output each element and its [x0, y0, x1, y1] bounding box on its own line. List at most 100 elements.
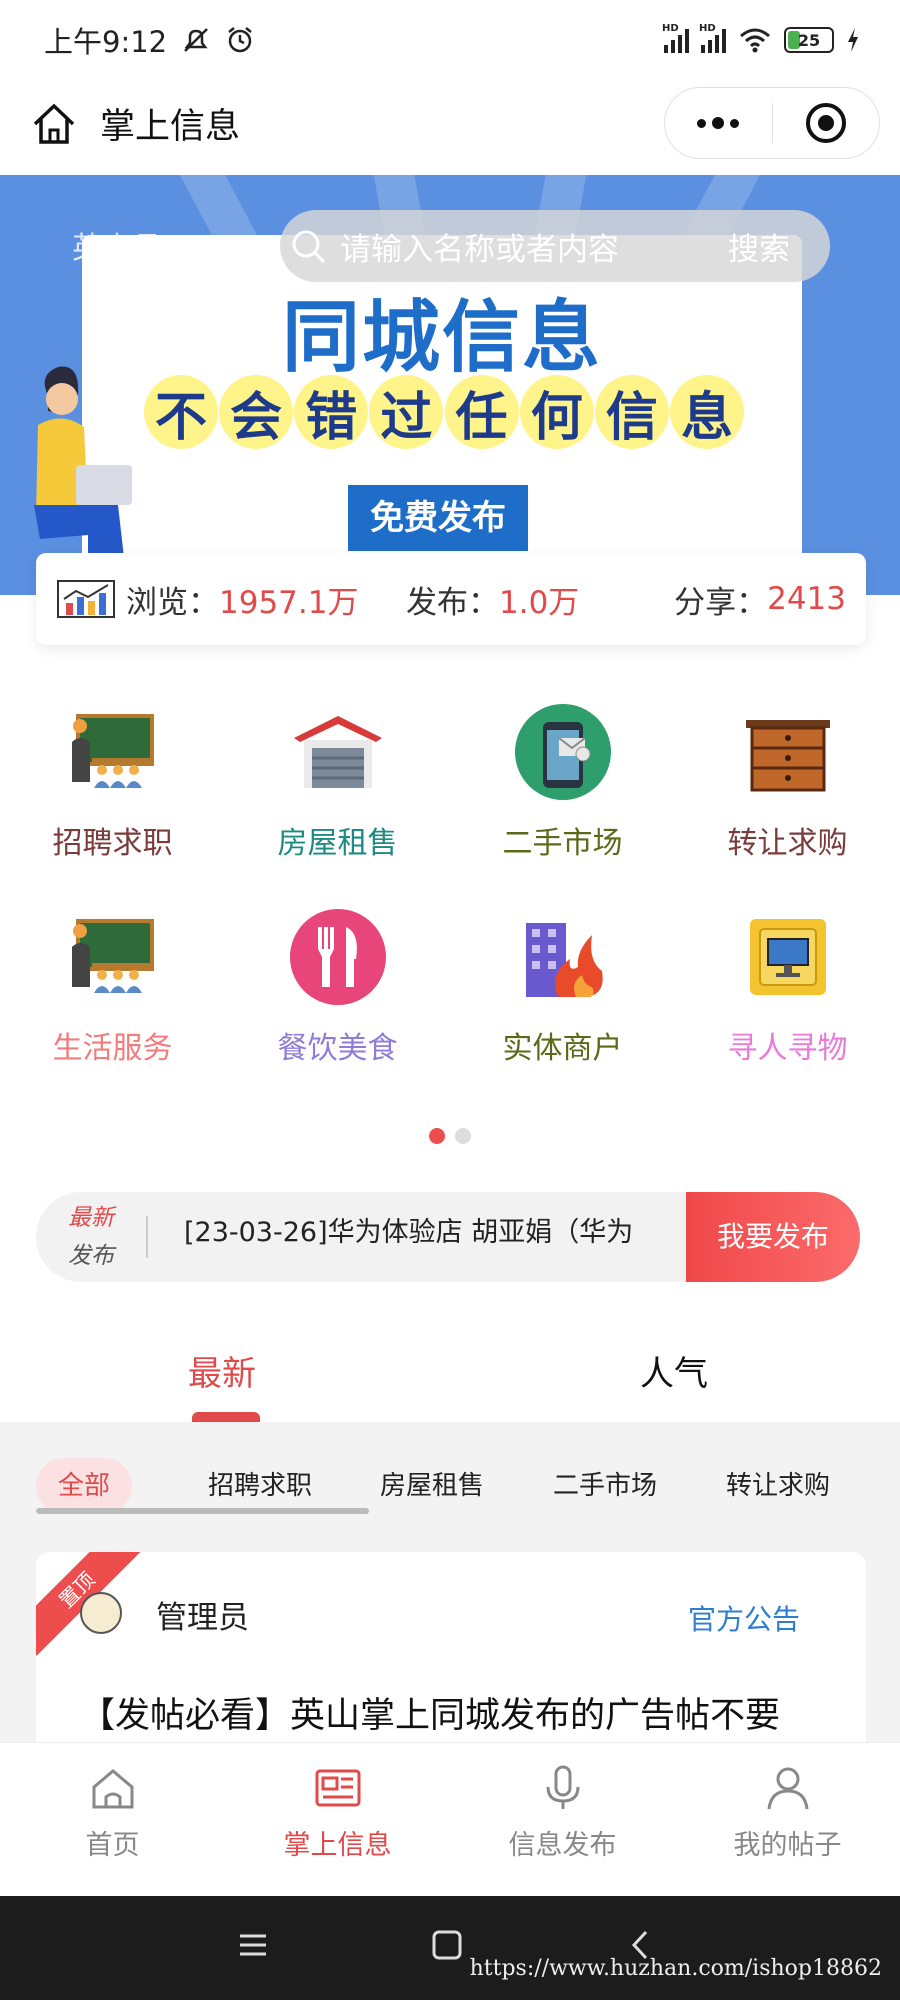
category-item-jobs[interactable]: 招聘求职 — [0, 700, 225, 900]
category-item-services[interactable]: 生活服务 — [0, 905, 225, 1105]
menu-icon[interactable] — [236, 1928, 270, 1962]
post-category[interactable]: 官方公告 — [688, 1598, 800, 1638]
banner-slogan: 不 会 错 过 任 何 信 息 — [144, 375, 744, 461]
feed-tabs: 最新 人气 — [0, 1310, 900, 1424]
filter-scroll-indicator — [36, 1508, 369, 1514]
dot-icon — [697, 118, 707, 128]
tabbar-label: 首页 — [85, 1830, 140, 1861]
category-item-secondhand[interactable]: 二手市场 — [450, 700, 675, 900]
posts-label: 发布： — [406, 584, 499, 621]
target-icon — [805, 103, 846, 143]
home-icon — [92, 1769, 133, 1809]
category-label: 房屋租售 — [277, 826, 398, 861]
search-button[interactable]: 搜索 — [728, 224, 790, 269]
banner-cta: 免费发布 — [348, 485, 528, 551]
home-square-icon[interactable] — [430, 1928, 464, 1962]
dot-icon — [712, 117, 725, 129]
slogan-char: 任 — [444, 375, 519, 449]
filter-secondhand[interactable]: 二手市场 — [553, 1458, 657, 1514]
home-icon[interactable] — [30, 100, 78, 148]
page-indicator — [0, 1128, 900, 1144]
signal-icon: HD — [699, 23, 726, 53]
news-icon — [315, 1769, 360, 1807]
category-label: 实体商户 — [502, 1031, 623, 1066]
monitor-icon — [749, 919, 826, 995]
search-input[interactable]: 请输入名称或者内容 — [340, 224, 728, 269]
app-header: 掌上信息 — [0, 80, 900, 175]
banner-title: 同城信息 — [281, 293, 602, 383]
tabbar-item-my-posts[interactable]: 我的帖子 — [675, 1761, 900, 1862]
post-now-button[interactable]: 我要发布 — [686, 1192, 860, 1282]
status-time: 上午9:12 — [44, 25, 168, 59]
mini-program-capsule — [664, 87, 880, 159]
posts-value: 1.0万 — [499, 584, 580, 621]
slogan-char: 过 — [369, 375, 444, 449]
system-nav-bar: https://www.huzhan.com/ishop18862 — [0, 1896, 900, 2000]
category-item-lost-found[interactable]: 寻人寻物 — [675, 905, 900, 1105]
category-item-food[interactable]: 餐饮美食 — [225, 905, 450, 1105]
category-item-transfer[interactable]: 转让求购 — [675, 700, 900, 900]
shares-value: 2413 — [767, 581, 846, 617]
category-label: 生活服务 — [52, 1031, 173, 1066]
tabbar-item-home[interactable]: 首页 — [0, 1761, 225, 1862]
banner-carousel[interactable]: 英山县◎ 同城信息 不 会 错 过 任 何 信 息 免费发布 请输入名称或者内容… — [0, 175, 900, 595]
filter-transfer[interactable]: 转让求购 — [726, 1458, 830, 1514]
drawer-icon — [745, 720, 830, 792]
avatar — [80, 1592, 122, 1634]
mute-icon — [184, 28, 209, 52]
notice-tag: 最新 发布 — [36, 1199, 146, 1275]
user-icon — [767, 1767, 808, 1810]
charging-icon — [848, 28, 858, 52]
category-label: 餐饮美食 — [277, 1031, 398, 1066]
tab-latest[interactable]: 最新 — [188, 1346, 256, 1395]
classroom-icon — [71, 919, 154, 993]
search-bar[interactable]: 请输入名称或者内容 搜索 — [280, 210, 830, 282]
watermark: https://www.huzhan.com/ishop18862 — [469, 1956, 882, 1981]
stats-card: 浏览： 1957.1万 发布： 1.0万 分享： 2413 — [36, 553, 866, 645]
slogan-char: 会 — [219, 375, 294, 449]
shares-label: 分享： — [674, 584, 768, 621]
tabbar-item-info[interactable]: 掌上信息 — [225, 1761, 450, 1862]
category-item-merchants[interactable]: 实体商户 — [450, 905, 675, 1105]
filter-all[interactable]: 全部 — [36, 1458, 133, 1514]
notice-text[interactable]: [23-03-26]华为体验店 胡亚娟（华为 — [148, 1210, 686, 1249]
notice-tag-bottom: 发布 — [68, 1243, 114, 1269]
latest-notice-bar: 最新 发布 [23-03-26]华为体验店 胡亚娟（华为 我要发布 — [36, 1192, 860, 1282]
slogan-char: 信 — [594, 375, 669, 449]
tabbar-item-post[interactable]: 信息发布 — [450, 1761, 675, 1862]
search-icon — [292, 230, 326, 264]
filter-housing[interactable]: 房屋租售 — [380, 1458, 484, 1514]
banner-card: 同城信息 不 会 错 过 任 何 信 息 免费发布 — [82, 235, 802, 565]
microphone-icon — [546, 1765, 579, 1809]
slogan-char: 何 — [519, 375, 594, 449]
category-item-housing[interactable]: 房屋租售 — [225, 700, 450, 900]
dot-icon — [730, 118, 740, 128]
notice-tag-top: 最新 — [68, 1205, 114, 1231]
battery-icon: 25 — [784, 27, 834, 53]
page-title: 掌上信息 — [100, 107, 241, 147]
post-author: 管理员 — [156, 1600, 249, 1636]
classroom-icon — [71, 714, 154, 788]
page-dot-active — [429, 1128, 445, 1144]
slogan-char: 息 — [669, 375, 744, 449]
post-title: 【发帖必看】英山掌上同城发布的广告帖不要 — [80, 1696, 781, 1736]
building-fire-icon — [525, 923, 603, 997]
more-button[interactable] — [665, 88, 772, 158]
category-label: 转让求购 — [727, 826, 848, 861]
bar-chart-icon — [57, 580, 115, 618]
garage-icon — [293, 716, 382, 788]
category-label: 招聘求职 — [52, 826, 173, 861]
close-program-button[interactable] — [772, 88, 879, 158]
filter-jobs[interactable]: 招聘求职 — [208, 1458, 312, 1514]
status-bar: 上午9:12 HD HD 25 — [0, 0, 900, 80]
slogan-char: 错 — [294, 375, 369, 449]
page-dot — [455, 1128, 471, 1144]
category-filter-bar: 全部 招聘求职 房屋租售 二手市场 转让求购 — [36, 1458, 866, 1518]
alarm-icon — [228, 27, 252, 53]
category-grid: 招聘求职 房屋租售 二手市场 转让求购 生活服务 餐饮美食 实体商户 寻人寻物 — [0, 700, 900, 1120]
tab-popular[interactable]: 人气 — [640, 1346, 708, 1395]
signal-icon: HD — [662, 23, 689, 53]
bottom-tabbar: 首页 掌上信息 信息发布 我的帖子 — [0, 1742, 900, 1896]
views-label: 浏览： — [126, 584, 219, 621]
tabbar-label: 我的帖子 — [733, 1830, 842, 1861]
